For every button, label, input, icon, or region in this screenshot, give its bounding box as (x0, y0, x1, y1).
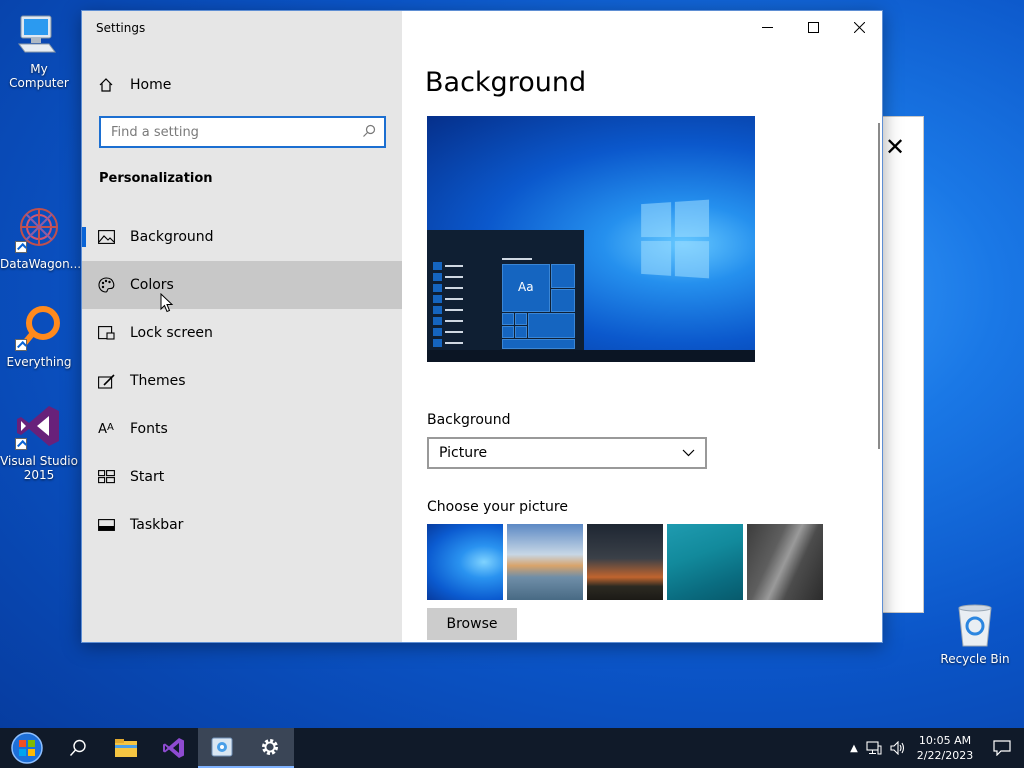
picture-thumbnails (427, 524, 823, 600)
close-icon[interactable]: ✕ (885, 135, 905, 159)
desktop-icon-my-computer[interactable]: My Computer (0, 10, 78, 90)
thumbnail-beach-rock-arch[interactable] (507, 524, 583, 600)
minimize-button[interactable] (744, 11, 790, 43)
choose-picture-label: Choose your picture (427, 499, 568, 515)
picture-icon (82, 230, 130, 244)
windows-orb-icon (11, 732, 43, 764)
search-box[interactable] (99, 116, 386, 148)
background-preview: Aa (427, 116, 755, 362)
settings-content: Background Aa Background Picture Choose … (402, 11, 882, 642)
everything-search-icon (15, 303, 63, 351)
preview-tile-text: Aa (518, 280, 534, 294)
thumbnail-windows-blue[interactable] (427, 524, 503, 600)
system-tray: ▲ 10:05 AM 2/22/2023 (846, 728, 1024, 768)
maximize-icon (807, 21, 819, 33)
chevron-down-icon (682, 449, 695, 457)
nav-item-lock-screen[interactable]: Lock screen (82, 309, 402, 357)
themes-icon (82, 373, 130, 389)
page-title: Background (425, 67, 587, 98)
shortcut-arrow-icon (15, 339, 27, 351)
desktop-icon-visual-studio[interactable]: Visual Studio 2015 (0, 402, 78, 482)
settings-icon (262, 739, 278, 755)
file-explorer-icon (115, 739, 137, 757)
clock-date: 2/22/2023 (916, 749, 974, 762)
minimize-icon (761, 26, 773, 28)
datawagon-icon (15, 205, 63, 253)
nav-item-start[interactable]: Start (82, 453, 402, 501)
background-type-select[interactable]: Picture (427, 437, 707, 469)
desktop-icon-label: Everything (6, 355, 72, 369)
taskbar-file-explorer[interactable] (102, 728, 150, 768)
desktop-icon-everything[interactable]: Everything (0, 303, 78, 369)
section-title: Personalization (99, 171, 213, 186)
thumbnail-underwater[interactable] (667, 524, 743, 600)
fonts-icon: AA (98, 421, 114, 437)
window-controls (744, 11, 882, 43)
browse-button[interactable]: Browse (427, 608, 517, 640)
nav-item-colors[interactable]: Colors (82, 261, 402, 313)
desktop-icon-label: Visual Studio 2015 (0, 454, 78, 482)
recycle-bin-icon (951, 600, 999, 648)
desktop-icon-recycle-bin[interactable]: Recycle Bin (936, 600, 1014, 666)
taskbar-visual-studio[interactable] (150, 728, 198, 768)
content-scrollbar[interactable] (878, 123, 880, 449)
nav-home[interactable]: Home (82, 69, 402, 101)
nav-item-background[interactable]: Background (82, 213, 402, 261)
personalization-nav: Background Colors Lock screen Themes A A… (82, 213, 402, 549)
preview-start-menu: Aa (427, 230, 584, 350)
background-type-value: Picture (439, 445, 488, 461)
taskbar-settings[interactable] (246, 728, 294, 768)
chevron-up-icon[interactable]: ▲ (846, 743, 862, 754)
clock-time: 10:05 AM (918, 734, 972, 747)
search-icon (69, 739, 86, 756)
maximize-button[interactable] (790, 11, 836, 43)
taskbar-icon (82, 519, 130, 531)
clock[interactable]: 10:05 AM 2/22/2023 (910, 733, 980, 763)
lock-screen-icon (82, 326, 130, 340)
home-icon (82, 77, 130, 93)
network-icon[interactable] (862, 741, 886, 755)
desktop-icon-datawagon[interactable]: DataWagon... (0, 205, 82, 271)
preview-taskbar (427, 350, 755, 362)
shortcut-arrow-icon (15, 241, 27, 253)
notification-icon[interactable] (980, 740, 1024, 756)
desktop-icon-label: Recycle Bin (940, 652, 1010, 666)
taskbar-search-button[interactable] (54, 728, 102, 768)
search-icon[interactable] (362, 123, 376, 142)
background-label: Background (427, 412, 511, 428)
nav-item-fonts[interactable]: AA Fonts (82, 405, 402, 453)
shortcut-arrow-icon (15, 438, 27, 450)
taskbar: ▲ 10:05 AM 2/22/2023 (0, 728, 1024, 768)
window-title: Settings (96, 21, 146, 35)
search-input[interactable] (111, 124, 341, 140)
close-button[interactable] (836, 11, 882, 43)
desktop-icon-label: DataWagon... (0, 257, 82, 271)
photos-icon (211, 737, 233, 757)
close-icon (853, 21, 865, 33)
start-button[interactable] (0, 728, 54, 768)
nav-home-label: Home (130, 77, 172, 93)
computer-icon (15, 10, 63, 58)
desktop-icon-label: My Computer (9, 62, 69, 90)
visual-studio-icon (15, 402, 63, 450)
thumbnail-night-sky[interactable] (587, 524, 663, 600)
windows-logo-icon (641, 199, 710, 279)
volume-icon[interactable] (886, 741, 910, 755)
nav-item-taskbar[interactable]: Taskbar (82, 501, 402, 549)
visual-studio-icon (163, 738, 184, 758)
taskbar-photos[interactable] (198, 728, 246, 768)
palette-icon (82, 277, 130, 293)
start-icon (82, 470, 130, 484)
settings-sidebar: Settings Home Personalization Background (82, 11, 402, 642)
thumbnail-rock-cliff[interactable] (747, 524, 823, 600)
nav-item-themes[interactable]: Themes (82, 357, 402, 405)
settings-window: Settings Home Personalization Background (81, 10, 883, 643)
